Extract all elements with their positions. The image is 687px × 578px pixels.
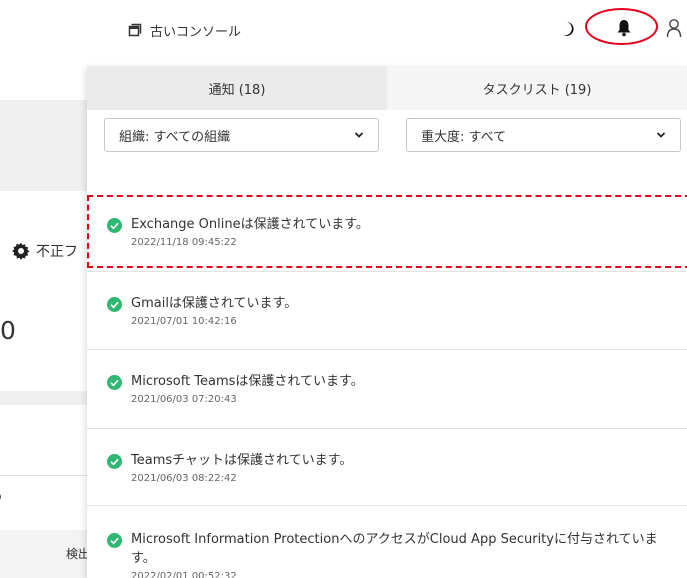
notification-time: 2022/02/01 00:52:32 (131, 571, 237, 578)
notification-time: 2022/11/18 09:45:22 (131, 237, 237, 248)
severity-filter-select[interactable]: 重大度: すべて (406, 118, 681, 152)
bell-icon[interactable] (616, 19, 632, 37)
notification-item[interactable]: Gmailは保護されています。 2021/07/01 10:42:16 (87, 272, 687, 350)
tab-label: タスクリスト (19) (482, 82, 592, 98)
background-band (0, 391, 90, 405)
notification-time: 2021/06/03 07:20:43 (131, 394, 237, 405)
notification-title: Exchange Onlineは保護されています。 (131, 217, 369, 232)
organization-filter-value: 組織: すべての組織 (119, 129, 231, 145)
fraud-summary-label: 不正フ (12, 241, 78, 261)
old-console-link[interactable]: 古いコンソール (128, 20, 241, 40)
notification-time: 2021/06/03 08:22:42 (131, 473, 237, 484)
top-bar: 古いコンソール (0, 0, 687, 54)
moon-icon[interactable] (562, 21, 576, 37)
old-console-label: 古いコンソール (150, 24, 242, 40)
notification-panel: 通知 (18) タスクリスト (19) 組織: すべての組織 重大度: すべて … (87, 66, 687, 578)
gear-icon (12, 242, 30, 260)
notification-list: Exchange Onlineは保護されています。 2022/11/18 09:… (87, 189, 687, 578)
tab-label: 通知 (18) (208, 82, 266, 98)
organization-filter-select[interactable]: 組織: すべての組織 (104, 118, 379, 152)
severity-filter-value: 重大度: すべて (421, 129, 507, 145)
notification-title: Teamsチャットは保護されています。 (131, 453, 353, 468)
tab-notifications[interactable]: 通知 (18) (87, 66, 387, 110)
chevron-down-icon (656, 132, 666, 138)
fraud-label: 不正フ (36, 244, 78, 260)
background-band (0, 145, 90, 191)
check-circle-icon (107, 375, 122, 390)
notification-item[interactable]: Microsoft Teamsは保護されています。 2021/06/03 07:… (87, 350, 687, 429)
notification-time: 2021/07/01 10:42:16 (131, 316, 237, 327)
check-circle-icon (107, 533, 122, 548)
metric-value: 0 (0, 316, 16, 345)
notification-item[interactable]: Teamsチャットは保護されています。 2021/06/03 08:22:42 (87, 429, 687, 506)
tab-task-list[interactable]: タスクリスト (19) (387, 66, 687, 110)
panel-tabs: 通知 (18) タスクリスト (19) (87, 66, 687, 110)
notification-title: Microsoft Teamsは保護されています。 (131, 374, 364, 389)
chevron-down-icon (354, 132, 364, 138)
check-circle-icon (107, 218, 122, 233)
check-circle-icon (107, 454, 122, 469)
check-circle-icon (107, 297, 122, 312)
notification-title: Gmailは保護されています。 (131, 296, 298, 311)
user-icon[interactable] (666, 18, 682, 38)
notification-item[interactable]: Microsoft Information ProtectionへのアクセスがC… (87, 506, 687, 578)
background-band (0, 100, 90, 145)
notification-title: Microsoft Information ProtectionへのアクセスがC… (131, 532, 658, 566)
background-divider (0, 475, 90, 476)
notification-item[interactable]: Exchange Onlineは保護されています。 2022/11/18 09:… (87, 189, 687, 272)
metric-value-2: 5 (0, 485, 2, 506)
window-icon (128, 23, 142, 37)
